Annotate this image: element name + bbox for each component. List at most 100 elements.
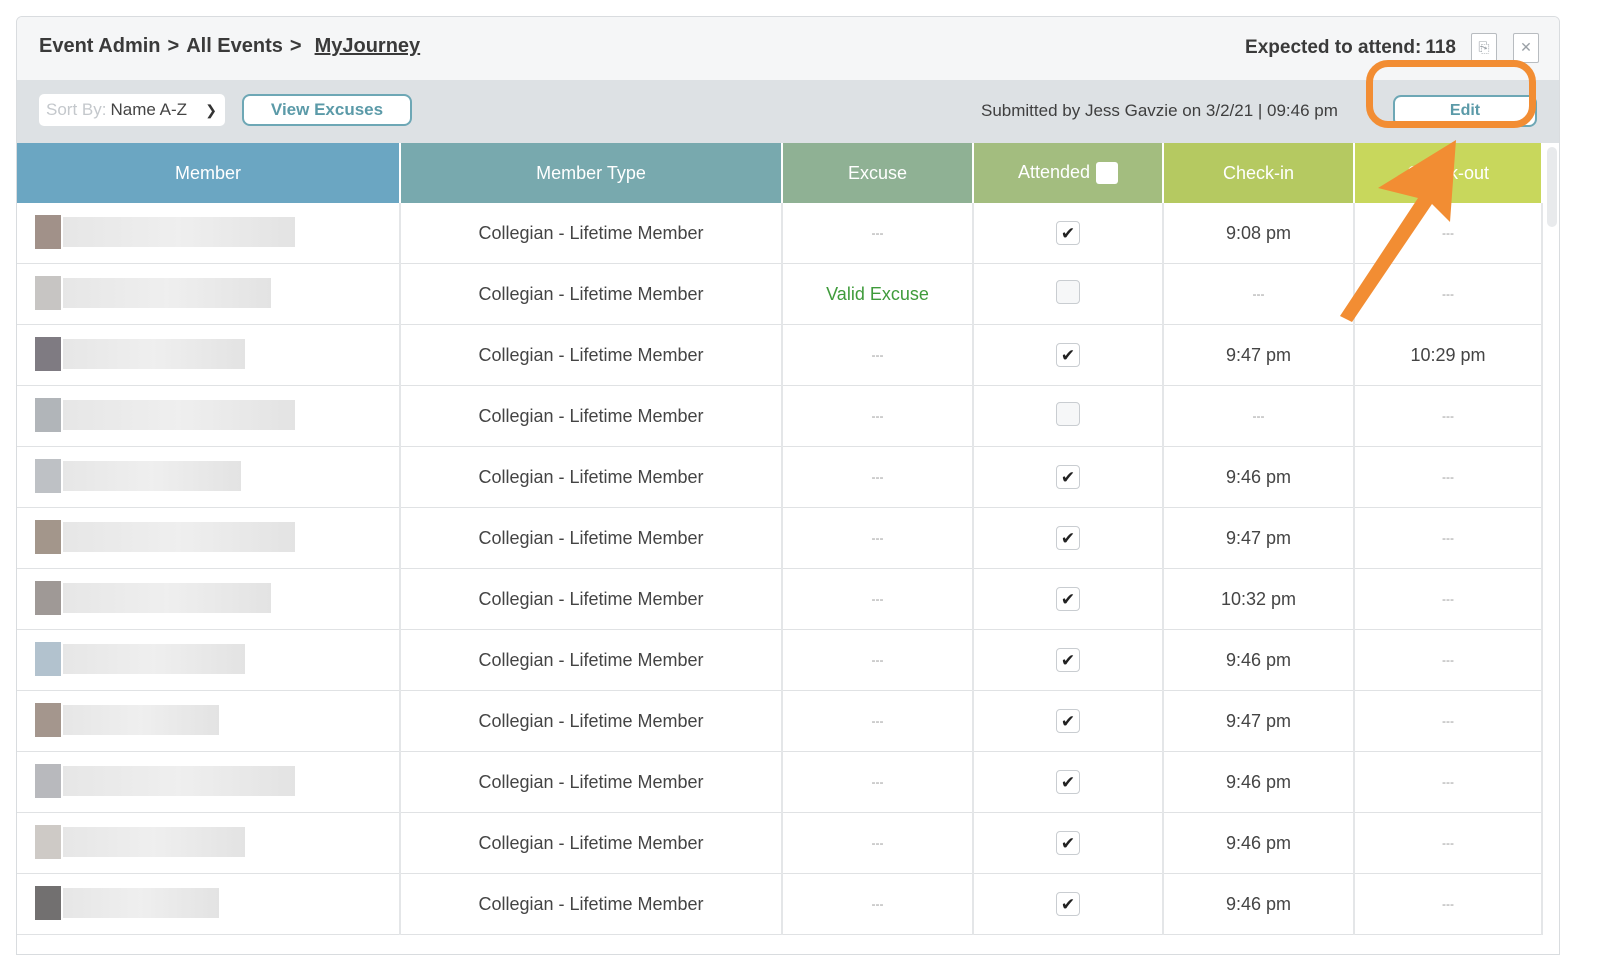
member-name-redacted[interactable] <box>63 583 271 613</box>
table-row[interactable]: Collegian - Lifetime Member --- ✔ 10:32 pm -… <box>17 568 1543 630</box>
member-type-cell: Collegian - Lifetime Member <box>400 568 783 630</box>
attended-cell <box>973 385 1164 447</box>
column-header-attended[interactable]: Attended <box>973 143 1164 203</box>
expected-attendance: Expected to attend: 118 <box>1245 37 1456 59</box>
check-in-cell: 10:32 pm <box>1163 568 1355 630</box>
check-out-cell: --- <box>1354 385 1543 447</box>
table-row[interactable]: Collegian - Lifetime Member --- ✔ 9:08 pm --… <box>17 203 1543 264</box>
attended-cell: ✔ <box>973 324 1164 386</box>
breadcrumb-current-event[interactable]: MyJourney <box>315 35 421 57</box>
excuse-cell: --- <box>782 568 974 630</box>
excuse-cell: --- <box>782 324 974 386</box>
breadcrumb-event-admin[interactable]: Event Admin <box>39 35 161 57</box>
column-header-member-type[interactable]: Member Type <box>400 143 783 203</box>
attended-checkbox[interactable]: ✔ <box>1056 343 1080 367</box>
attended-checkbox[interactable]: ✔ <box>1056 221 1080 245</box>
column-header-attended-label: Attended <box>1017 161 1091 182</box>
attended-checkbox[interactable]: ✔ <box>1056 892 1080 916</box>
attended-checkbox[interactable]: ✔ <box>1056 465 1080 489</box>
attended-checkbox[interactable] <box>1056 401 1080 426</box>
table-row[interactable]: Collegian - Lifetime Member --- ✔ 9:46 pm --… <box>17 812 1543 874</box>
column-header-check-in[interactable]: Check-in <box>1163 143 1355 203</box>
avatar <box>35 703 61 737</box>
member-name-redacted[interactable] <box>63 705 219 735</box>
member-type-cell: Collegian - Lifetime Member <box>400 385 783 447</box>
member-type-cell: Collegian - Lifetime Member <box>400 203 783 264</box>
avatar <box>35 642 61 676</box>
check-out-cell: --- <box>1354 568 1543 630</box>
attendance-table: Member Member Type Excuse Attended Check… <box>17 143 1543 935</box>
check-in-cell: 9:47 pm <box>1163 324 1355 386</box>
check-in-cell: 9:46 pm <box>1163 812 1355 874</box>
attended-checkbox[interactable] <box>1056 279 1080 304</box>
table-row[interactable]: Collegian - Lifetime Member --- ✔ 9:47 pm 10… <box>17 324 1543 386</box>
sort-select[interactable]: Sort By: Name A-Z ❯ <box>39 94 225 126</box>
check-in-cell: 9:08 pm <box>1163 203 1355 264</box>
scrollbar[interactable] <box>1547 147 1557 227</box>
table-row[interactable]: Collegian - Lifetime Member --- ✔ 9:47 pm --… <box>17 507 1543 569</box>
member-cell <box>17 690 401 752</box>
excuse-cell: --- <box>782 690 974 752</box>
attended-checkbox[interactable]: ✔ <box>1056 831 1080 855</box>
member-name-redacted[interactable] <box>63 827 245 857</box>
check-in-cell: --- <box>1163 263 1355 325</box>
member-name-redacted[interactable] <box>63 217 295 247</box>
attended-checkbox[interactable]: ✔ <box>1056 526 1080 550</box>
member-name-redacted[interactable] <box>63 400 295 430</box>
table-header-row: Member Member Type Excuse Attended Check… <box>17 143 1543 203</box>
excuse-cell: Valid Excuse <box>782 263 974 325</box>
avatar <box>35 276 61 310</box>
view-excuses-button[interactable]: View Excuses <box>242 94 412 126</box>
member-name-redacted[interactable] <box>63 644 245 674</box>
attendance-panel: Event Admin > All Events > MyJourney Expecte… <box>16 16 1560 955</box>
excuse-cell: --- <box>782 629 974 691</box>
member-name-redacted[interactable] <box>63 522 295 552</box>
select-all-checkbox[interactable] <box>1096 162 1119 185</box>
member-name-redacted[interactable] <box>63 278 271 308</box>
check-out-cell: --- <box>1354 203 1543 264</box>
check-in-cell: 9:47 pm <box>1163 507 1355 569</box>
check-in-cell: 9:46 pm <box>1163 751 1355 813</box>
sort-value: Name A-Z <box>110 100 187 119</box>
member-type-cell: Collegian - Lifetime Member <box>400 751 783 813</box>
check-in-cell: 9:46 pm <box>1163 873 1355 935</box>
table-row[interactable]: Collegian - Lifetime Member --- ✔ 9:46 pm --… <box>17 873 1543 935</box>
member-name-redacted[interactable] <box>63 766 295 796</box>
check-in-cell: --- <box>1163 385 1355 447</box>
check-out-cell: --- <box>1354 873 1543 935</box>
attended-checkbox[interactable]: ✔ <box>1056 709 1080 733</box>
column-header-member[interactable]: Member <box>17 143 401 203</box>
table-row[interactable]: Collegian - Lifetime Member --- ✔ 9:46 pm --… <box>17 446 1543 508</box>
attended-checkbox[interactable]: ✔ <box>1056 770 1080 794</box>
column-header-check-out[interactable]: Check-out <box>1354 143 1543 203</box>
chevron-down-icon: ❯ <box>205 102 217 118</box>
member-cell <box>17 873 401 935</box>
attended-cell: ✔ <box>973 629 1164 691</box>
attended-checkbox[interactable]: ✔ <box>1056 587 1080 611</box>
column-header-excuse[interactable]: Excuse <box>782 143 974 203</box>
table-row[interactable]: Collegian - Lifetime Member --- ✔ 9:46 pm --… <box>17 751 1543 813</box>
member-type-cell: Collegian - Lifetime Member <box>400 873 783 935</box>
pdf-icon[interactable]: ⎘ <box>1471 33 1497 63</box>
avatar <box>35 459 61 493</box>
attended-checkbox[interactable]: ✔ <box>1056 648 1080 672</box>
check-in-cell: 9:46 pm <box>1163 446 1355 508</box>
member-type-cell: Collegian - Lifetime Member <box>400 812 783 874</box>
attended-cell: ✔ <box>973 446 1164 508</box>
excel-icon[interactable]: ✕ <box>1513 33 1539 63</box>
member-type-cell: Collegian - Lifetime Member <box>400 690 783 752</box>
table-row[interactable]: Collegian - Lifetime Member Valid Excuse -… <box>17 263 1543 325</box>
table-row[interactable]: Collegian - Lifetime Member --- --- --- <box>17 385 1543 447</box>
chevron-right-icon: > <box>167 35 180 57</box>
member-type-cell: Collegian - Lifetime Member <box>400 446 783 508</box>
sort-label: Sort By: <box>46 100 107 119</box>
member-name-redacted[interactable] <box>63 888 219 918</box>
table-row[interactable]: Collegian - Lifetime Member --- ✔ 9:46 pm --… <box>17 629 1543 691</box>
check-out-cell: --- <box>1354 751 1543 813</box>
breadcrumb-all-events[interactable]: All Events <box>186 35 283 57</box>
member-name-redacted[interactable] <box>63 339 245 369</box>
attended-cell: ✔ <box>973 568 1164 630</box>
member-name-redacted[interactable] <box>63 461 241 491</box>
attended-cell <box>973 263 1164 325</box>
table-row[interactable]: Collegian - Lifetime Member --- ✔ 9:47 pm --… <box>17 690 1543 752</box>
